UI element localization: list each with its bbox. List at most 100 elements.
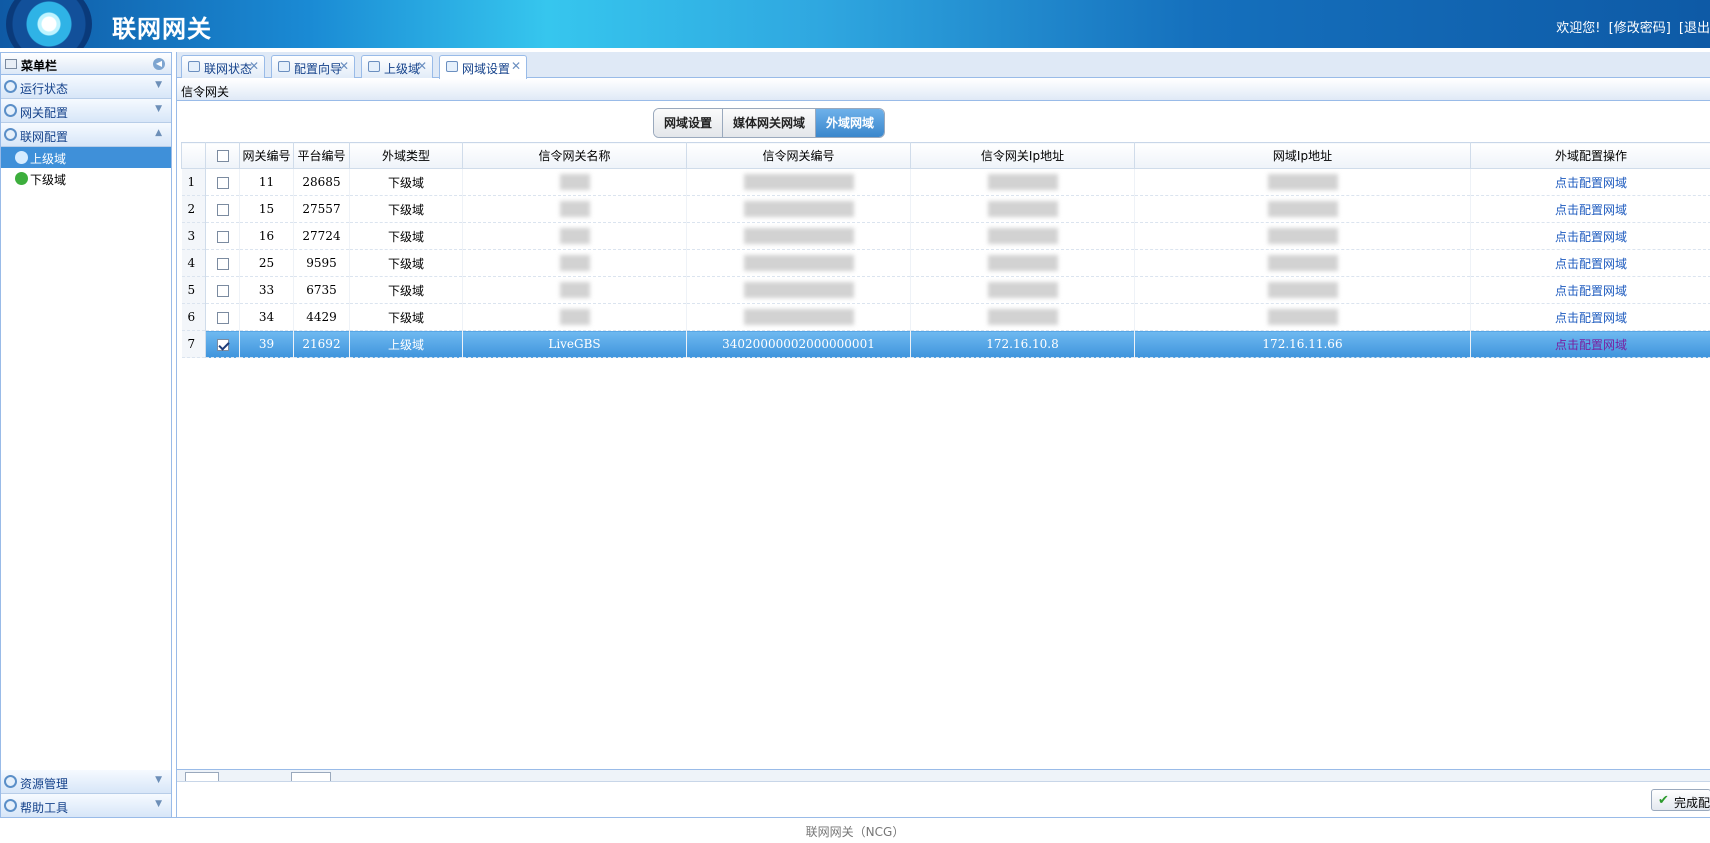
redacted-value — [1267, 282, 1338, 298]
redacted-value — [1267, 174, 1338, 190]
close-icon[interactable]: ✕ — [511, 59, 521, 73]
tab-label: 联网状态 — [204, 62, 253, 76]
tab-config-wizard[interactable]: 配置向导 ✕ — [271, 55, 355, 78]
table-row[interactable]: 7 39 21692 上级域 LiveGBS 34020000002000000001 17… — [181, 330, 1710, 358]
column-header[interactable]: 网域Ip地址 — [1134, 142, 1471, 169]
column-header[interactable]: 外域配置操作 — [1470, 142, 1710, 169]
pagination-bar — [177, 769, 1710, 781]
logout-link[interactable]: [退出 — [1679, 21, 1710, 36]
app-title: 联网网关 — [112, 15, 212, 43]
row-checkbox[interactable] — [216, 176, 229, 189]
switch-foreign-domain[interactable]: 外域网域 — [816, 109, 885, 137]
gateway-code-cell — [686, 168, 911, 196]
tab-strip: 联网状态 ✕ 配置向导 ✕ 上级域 ✕ 网域设置 ✕ — [177, 52, 1710, 79]
row-checkbox[interactable] — [216, 338, 229, 351]
config-domain-link[interactable]: 点击配置网域 — [1555, 311, 1627, 325]
gateway-ip-cell — [910, 222, 1135, 250]
table-row[interactable]: 6 34 4429 下级域 点击配置网域 — [181, 303, 1710, 331]
chevron-down-icon: ▼ — [155, 775, 162, 785]
config-domain-link[interactable]: 点击配置网域 — [1555, 230, 1627, 244]
config-domain-link[interactable]: 点击配置网域 — [1555, 176, 1627, 190]
gateway-code-cell — [686, 276, 911, 304]
config-domain-link[interactable]: 点击配置网域 — [1555, 257, 1627, 271]
menu-bar: 菜单栏 ◀ — [1, 53, 171, 75]
row-number: 1 — [181, 168, 206, 196]
gateway-name-cell — [462, 249, 687, 277]
gateway-code-cell — [686, 222, 911, 250]
table-row[interactable]: 2 15 27557 下级域 点击配置网域 — [181, 195, 1710, 223]
close-icon[interactable]: ✕ — [339, 59, 349, 73]
table-row[interactable]: 3 16 27724 下级域 点击配置网域 — [181, 222, 1710, 250]
domain-ip-cell — [1134, 222, 1471, 250]
config-domain-link[interactable]: 点击配置网域 — [1555, 338, 1627, 352]
sidebar-section-resource-management[interactable]: 资源管理 ▼ — [1, 770, 171, 794]
menu-icon — [5, 59, 17, 69]
tab-network-status[interactable]: 联网状态 ✕ — [181, 55, 265, 78]
logo-eye-icon — [6, 0, 92, 48]
gateway-ip-cell: 172.16.10.8 — [910, 330, 1135, 358]
gateway-name-cell — [462, 168, 687, 196]
table-row[interactable]: 1 11 28685 下级域 点击配置网域 — [181, 168, 1710, 196]
sidebar-section-help-tools[interactable]: 帮助工具 ▼ — [1, 794, 171, 818]
row-checkbox[interactable] — [216, 257, 229, 270]
switch-domain-settings[interactable]: 网域设置 — [654, 109, 724, 137]
row-checkbox-cell — [205, 168, 240, 196]
row-checkbox[interactable] — [216, 284, 229, 297]
menu-title: 菜单栏 — [21, 59, 58, 73]
done-label: 完成配 — [1674, 796, 1710, 810]
column-header[interactable]: 信令网关编号 — [686, 142, 911, 169]
config-domain-link[interactable]: 点击配置网域 — [1555, 203, 1627, 217]
switch-media-gateway-domain[interactable]: 媒体网关网域 — [723, 109, 817, 137]
gateway-id-cell: 25 — [239, 249, 294, 277]
domain-type-cell: 下级域 — [349, 168, 463, 196]
platform-id-cell: 9595 — [293, 249, 350, 277]
redacted-value — [987, 174, 1058, 190]
table-row[interactable]: 5 33 6735 下级域 点击配置网域 — [181, 276, 1710, 304]
sidebar-item-lower-domain[interactable]: 下级域 — [1, 168, 171, 189]
config-domain-link[interactable]: 点击配置网域 — [1555, 284, 1627, 298]
redacted-value — [987, 201, 1058, 217]
close-icon[interactable]: ✕ — [417, 59, 427, 73]
chevron-down-icon: ▼ — [155, 799, 162, 809]
done-button[interactable]: ✔ 完成配 — [1651, 789, 1710, 811]
sidebar-section-gateway-config[interactable]: 网关配置 ▼ — [1, 99, 171, 123]
page-number-input[interactable] — [291, 772, 331, 781]
column-header[interactable]: 信令网关Ip地址 — [910, 142, 1135, 169]
config-domain-cell: 点击配置网域 — [1470, 303, 1710, 331]
row-checkbox[interactable] — [216, 203, 229, 216]
table-row[interactable]: 4 25 9595 下级域 点击配置网域 — [181, 249, 1710, 277]
row-number: 3 — [181, 222, 206, 250]
config-domain-cell: 点击配置网域 — [1470, 195, 1710, 223]
column-header[interactable]: 信令网关名称 — [462, 142, 687, 169]
sidebar-section-run-status[interactable]: 运行状态 ▼ — [1, 75, 171, 99]
gateway-id-cell: 15 — [239, 195, 294, 223]
row-checkbox-cell — [205, 249, 240, 277]
row-checkbox[interactable] — [216, 230, 229, 243]
sidebar-item-upper-domain[interactable]: 上级域 — [1, 147, 171, 168]
tab-domain-settings[interactable]: 网域设置 ✕ — [439, 55, 527, 79]
sidebar-section-network-config[interactable]: 联网配置 ▲ — [1, 123, 171, 147]
page-size-select[interactable] — [185, 772, 219, 781]
gateway-id-cell: 16 — [239, 222, 294, 250]
column-header[interactable]: 外域类型 — [349, 142, 463, 169]
gateway-id-cell: 34 — [239, 303, 294, 331]
row-number: 6 — [181, 303, 206, 331]
gateway-id-cell: 11 — [239, 168, 294, 196]
row-number: 4 — [181, 249, 206, 277]
collapse-sidebar-button[interactable]: ◀ — [153, 58, 165, 70]
column-header[interactable]: 平台编号 — [293, 142, 350, 169]
row-checkbox[interactable] — [216, 311, 229, 324]
tab-upper-domain[interactable]: 上级域 ✕ — [361, 55, 433, 78]
close-icon[interactable]: ✕ — [249, 59, 259, 73]
column-header[interactable]: 网关编号 — [239, 142, 294, 169]
domain-type-cell: 下级域 — [349, 276, 463, 304]
row-checkbox-cell — [205, 276, 240, 304]
domain-type-cell: 下级域 — [349, 249, 463, 277]
gateway-name-cell: LiveGBS — [462, 330, 687, 358]
gateway-id-cell: 39 — [239, 330, 294, 358]
change-password-link[interactable]: [修改密码] — [1609, 21, 1671, 36]
redacted-value — [559, 282, 590, 298]
platform-id-cell: 21692 — [293, 330, 350, 358]
tab-label: 上级域 — [384, 62, 421, 76]
select-all-checkbox[interactable] — [216, 150, 229, 162]
